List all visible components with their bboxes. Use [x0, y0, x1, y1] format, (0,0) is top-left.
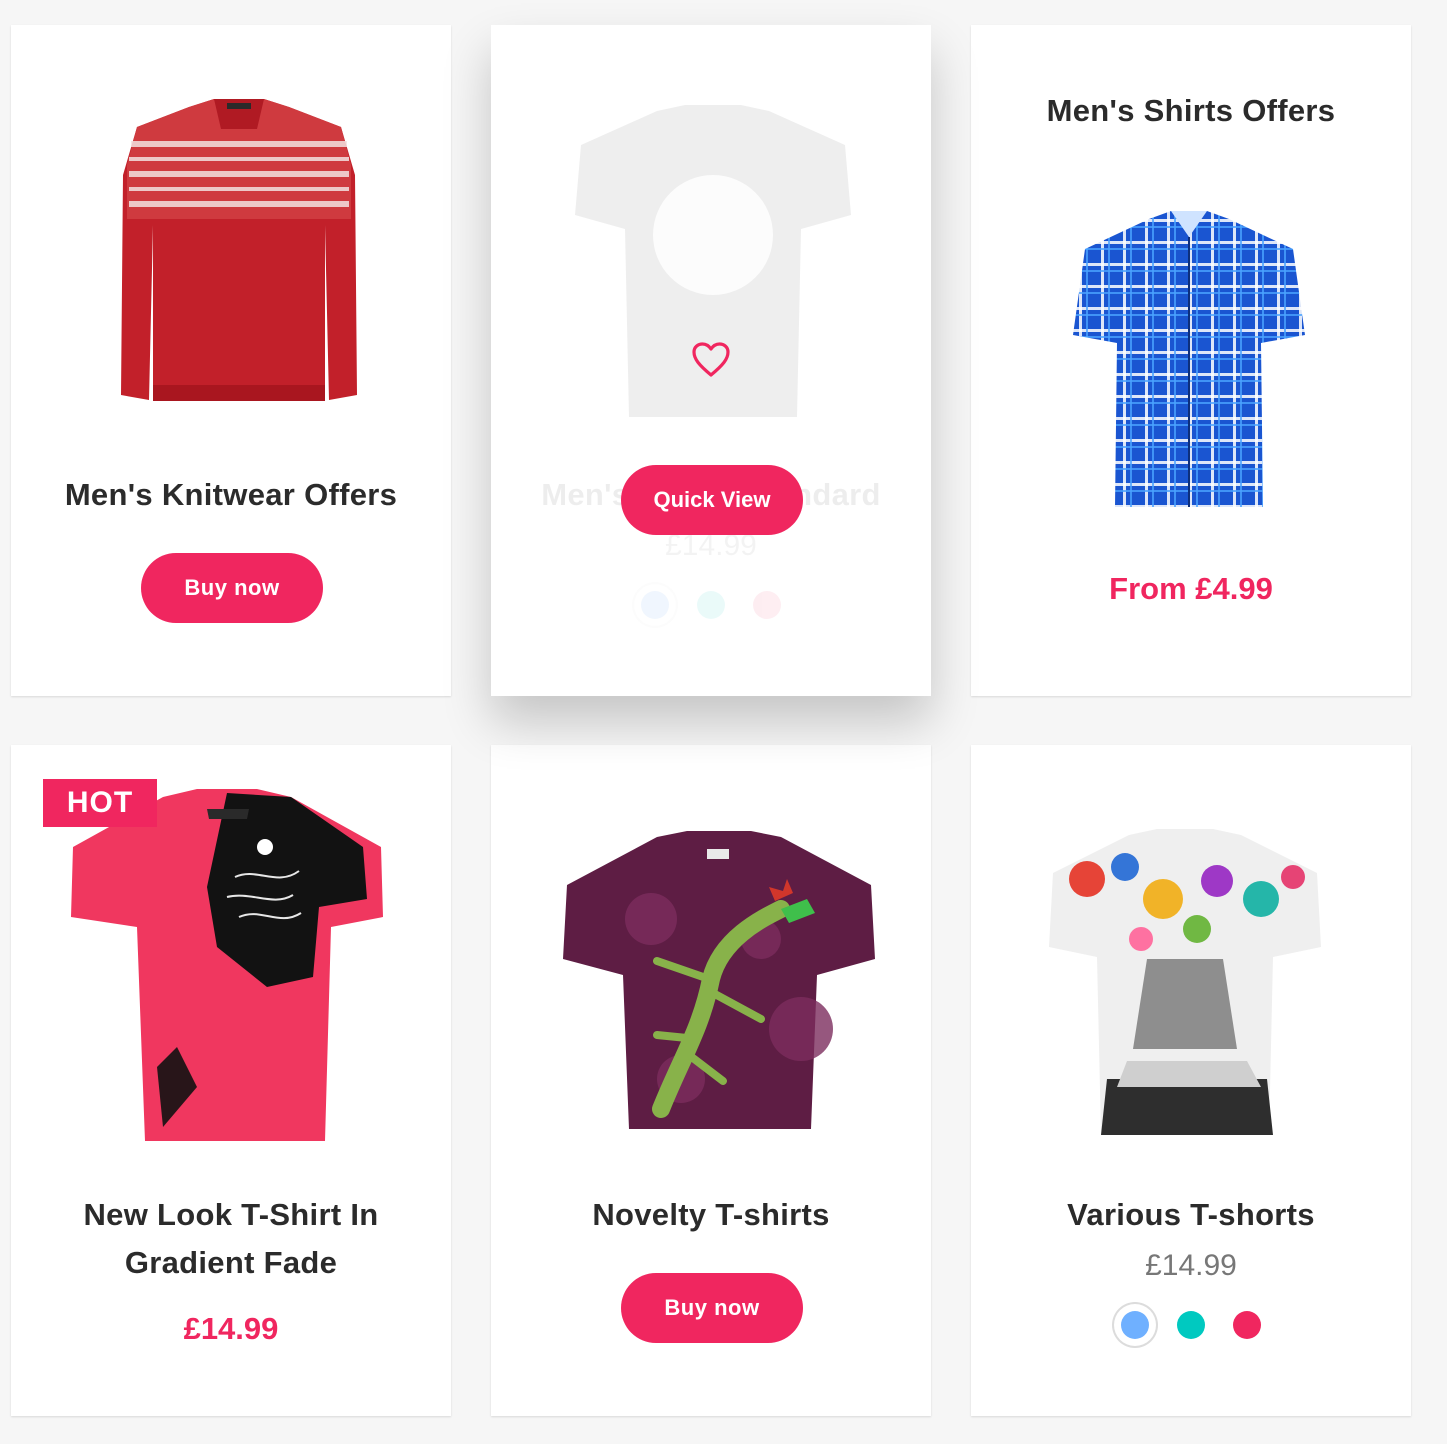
product-title[interactable]: Men's Shirts Offers	[971, 87, 1411, 135]
product-image-red-sweater[interactable]	[119, 95, 359, 407]
swatch-teal[interactable]	[1177, 1311, 1205, 1339]
product-price: From £4.99	[1109, 571, 1273, 606]
swatch-pink[interactable]	[753, 591, 781, 619]
heart-outline-icon[interactable]	[691, 341, 731, 379]
color-swatches	[971, 1311, 1411, 1357]
swatch-teal[interactable]	[697, 591, 725, 619]
product-image-pink-tshirt[interactable]	[67, 787, 387, 1143]
product-grid: Men's Knitwear Offers Buy now Men's T-sh…	[0, 0, 1447, 1444]
product-image-lizard-tshirt[interactable]	[561, 829, 877, 1131]
product-price: £14.99	[183, 1311, 279, 1346]
product-card-novelty[interactable]: Novelty T-shirts Buy now	[491, 745, 931, 1416]
product-card-tshirt-hovered[interactable]: Men's T-shirt Standard £14.99 Quick View	[491, 25, 931, 696]
product-image-splash-tshirt[interactable]	[1047, 829, 1323, 1139]
product-image-blue-plaid-shirt[interactable]	[1071, 209, 1307, 511]
swatch-blue[interactable]	[641, 591, 669, 619]
product-card-various[interactable]: Various T-shorts £14.99	[971, 745, 1411, 1416]
quick-view-button[interactable]: Quick View	[621, 465, 803, 535]
hot-badge: HOT	[43, 779, 157, 827]
product-title[interactable]: Various T-shorts	[971, 1191, 1411, 1239]
product-title[interactable]: Novelty T-shirts	[491, 1191, 931, 1239]
product-card-knitwear[interactable]: Men's Knitwear Offers Buy now	[11, 25, 451, 696]
swatch-blue[interactable]	[1121, 1311, 1149, 1339]
buy-now-button[interactable]: Buy now	[141, 553, 323, 623]
product-card-new-look[interactable]: HOT New Look T-Shirt In Gradient Fade £1…	[11, 745, 451, 1416]
buy-now-button[interactable]: Buy now	[621, 1273, 803, 1343]
product-title[interactable]: Men's Knitwear Offers	[11, 471, 451, 519]
product-card-shirts[interactable]: Men's Shirts Offers From £4.99	[971, 25, 1411, 696]
product-price: £14.99	[1145, 1249, 1237, 1282]
swatch-pink[interactable]	[1233, 1311, 1261, 1339]
color-swatches	[491, 591, 931, 637]
product-title-line1[interactable]: New Look T-Shirt In	[11, 1191, 451, 1239]
product-title-line2[interactable]: Gradient Fade	[11, 1239, 451, 1287]
